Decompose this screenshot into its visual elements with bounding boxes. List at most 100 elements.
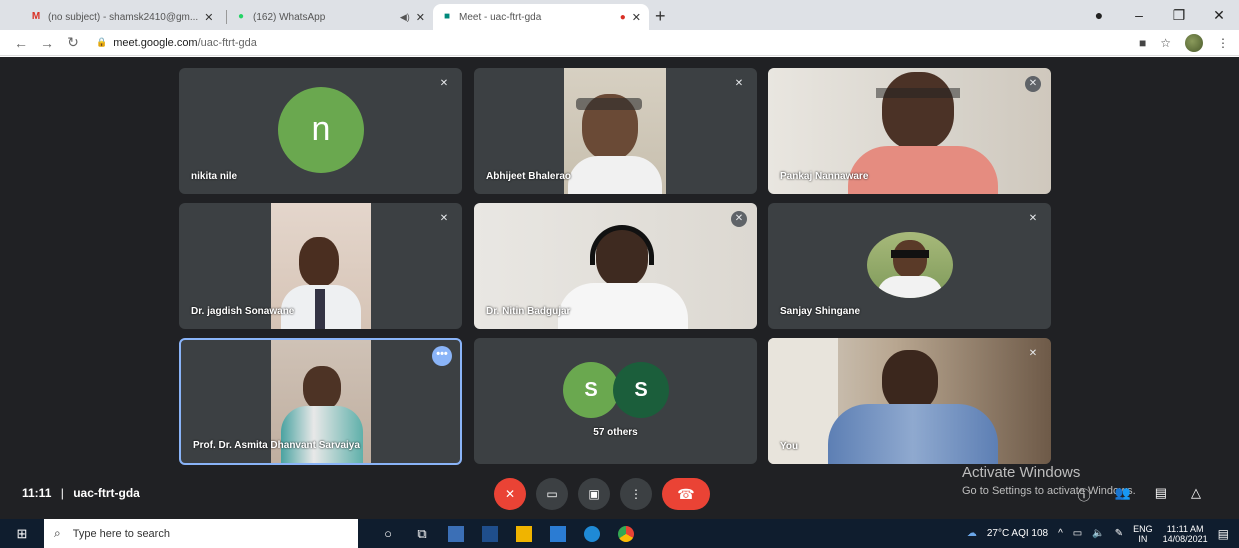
edge-icon[interactable] bbox=[584, 525, 600, 542]
clock-time: 11:11 AM bbox=[1166, 523, 1204, 534]
video-feed bbox=[564, 68, 666, 194]
profile-avatar[interactable] bbox=[1185, 34, 1203, 52]
whatsapp-icon: ● bbox=[237, 11, 245, 22]
weather-text[interactable]: 27°C AQI 108 bbox=[987, 528, 1048, 539]
volume-icon[interactable]: 🔈 bbox=[1092, 528, 1104, 539]
participant-avatar: S bbox=[563, 362, 619, 418]
close-window-button[interactable]: ✕ bbox=[1199, 7, 1239, 24]
participant-name: nikita nile bbox=[191, 171, 238, 182]
meet-stage: n ✕ nikita nile ✕ Abhijeet Bhalerao ✕ Pa… bbox=[0, 57, 1239, 519]
restore-button[interactable]: ❐ bbox=[1159, 7, 1199, 24]
tab-title: (162) WhatsApp bbox=[253, 11, 326, 23]
tab-gmail[interactable]: M (no subject) - shamsk2410@gm... ✕ bbox=[22, 4, 227, 30]
side-panel-controls: ⓘ 👥 ▤ △ bbox=[1078, 485, 1202, 504]
chrome-icon[interactable] bbox=[618, 525, 634, 542]
participant-tile[interactable]: ✕ Pankaj Nannaware bbox=[768, 68, 1051, 194]
camera-toggle-button[interactable]: ▭ bbox=[536, 478, 568, 510]
meeting-separator: | bbox=[60, 486, 64, 500]
menu-icon[interactable]: ⋮ bbox=[1217, 36, 1229, 50]
minimize-button[interactable]: – bbox=[1119, 7, 1159, 23]
mic-toggle-button[interactable]: ✕ bbox=[494, 478, 526, 510]
more-options-button[interactable]: ⋮ bbox=[620, 478, 652, 510]
language-indicator[interactable]: ENG IN bbox=[1133, 524, 1153, 544]
search-placeholder: Type here to search bbox=[72, 527, 170, 540]
weather-icon: ☁ bbox=[966, 528, 977, 539]
others-tile[interactable]: S S 57 others bbox=[474, 338, 757, 464]
meeting-time: 11:11 bbox=[22, 486, 52, 500]
forward-button[interactable]: → bbox=[36, 35, 58, 51]
participant-name: You bbox=[780, 441, 799, 452]
participant-tile[interactable]: ✕ Sanjay Shingane bbox=[768, 203, 1051, 329]
others-count: 57 others bbox=[593, 427, 638, 438]
notifications-icon[interactable]: ▤ bbox=[1218, 527, 1229, 541]
tab-title: (no subject) - shamsk2410@gm... bbox=[48, 11, 199, 23]
lang-primary: ENG bbox=[1133, 523, 1153, 534]
search-icon: ⌕ bbox=[54, 526, 61, 540]
system-tray: ☁ 27°C AQI 108 ^ ▭ 🔈 ✎ ENG IN 11:11 AM 1… bbox=[967, 519, 1229, 548]
network-icon[interactable]: ▭ bbox=[1073, 528, 1082, 539]
participant-tile[interactable]: ✕ Abhijeet Bhalerao bbox=[474, 68, 757, 194]
speaker-icon: ◀) bbox=[399, 11, 410, 22]
cortana-icon[interactable]: ○ bbox=[380, 526, 396, 542]
mic-off-icon: ✕ bbox=[731, 211, 747, 227]
participant-avatar: S bbox=[613, 362, 669, 418]
tab-meet[interactable]: ■ Meet - uac-ftrt-gda ● ✕ bbox=[433, 4, 649, 30]
video-feed bbox=[768, 338, 1051, 464]
new-tab-button[interactable]: + bbox=[655, 4, 666, 30]
url-path: /uac-ftrt-gda bbox=[197, 36, 257, 49]
windows-start-icon[interactable]: ⊞ bbox=[0, 526, 44, 542]
task-view-icon[interactable]: ⧉ bbox=[414, 526, 430, 542]
tab-title: Meet - uac-ftrt-gda bbox=[459, 11, 542, 23]
participant-name: Abhijeet Bhalerao bbox=[486, 171, 572, 182]
info-icon[interactable]: ⓘ bbox=[1078, 485, 1091, 504]
browser-tabstrip: M (no subject) - shamsk2410@gm... ✕ ● (1… bbox=[0, 0, 1239, 30]
mic-off-icon: ✕ bbox=[439, 78, 449, 89]
clock[interactable]: 11:11 AM 14/08/2021 bbox=[1163, 524, 1208, 544]
meet-icon: ■ bbox=[443, 11, 451, 22]
windows-taskbar: ⊞ ⌕ Type here to search ○ ⧉ ☁ 27°C AQI 1… bbox=[0, 519, 1239, 548]
window-controls: ● – ❐ ✕ bbox=[1079, 0, 1239, 30]
store-icon[interactable] bbox=[516, 525, 532, 542]
participant-name: Prof. Dr. Asmita Dhanvant Sarvaiya bbox=[193, 440, 360, 451]
back-button[interactable]: ← bbox=[10, 35, 32, 51]
mic-off-icon: ✕ bbox=[1028, 213, 1038, 224]
self-tile: ✕ You bbox=[768, 338, 1051, 464]
close-icon[interactable]: ✕ bbox=[416, 11, 425, 24]
participant-tile[interactable]: ✕ Dr. Nitin Badgujar bbox=[474, 203, 757, 329]
participant-tile[interactable]: ✕ Dr. jagdish Sonawane bbox=[179, 203, 462, 329]
close-icon[interactable]: ✕ bbox=[204, 11, 213, 24]
bookmark-star-icon[interactable]: ☆ bbox=[1160, 36, 1171, 50]
mail-icon[interactable] bbox=[550, 525, 566, 542]
participant-name: Dr. Nitin Badgujar bbox=[486, 306, 571, 317]
lock-icon: 🔒 bbox=[96, 37, 108, 47]
chevron-up-icon[interactable]: ^ bbox=[1058, 528, 1063, 539]
mic-off-icon: ✕ bbox=[734, 78, 744, 89]
more-options-button[interactable]: ••• bbox=[432, 346, 452, 366]
activities-icon[interactable]: △ bbox=[1191, 485, 1201, 504]
file-explorer-icon[interactable] bbox=[482, 525, 498, 542]
participant-tile-selected[interactable]: ••• Prof. Dr. Asmita Dhanvant Sarvaiya bbox=[179, 338, 462, 465]
app-icon[interactable] bbox=[448, 525, 464, 542]
present-button[interactable]: ▣ bbox=[578, 478, 610, 510]
participant-name: Pankaj Nannaware bbox=[780, 171, 869, 182]
clock-date: 14/08/2021 bbox=[1162, 533, 1208, 544]
mic-off-icon: ✕ bbox=[1025, 76, 1041, 92]
participant-tile[interactable]: n ✕ nikita nile bbox=[179, 68, 462, 194]
mic-off-icon: ✕ bbox=[1028, 348, 1038, 359]
meeting-details[interactable]: 11:11 | uac-ftrt-gda bbox=[22, 486, 140, 500]
leave-call-button[interactable]: ☎ bbox=[662, 478, 710, 510]
url-field[interactable]: 🔒 meet.google.com/uac-ftrt-gda bbox=[96, 37, 257, 49]
reload-button[interactable]: ↻ bbox=[62, 34, 84, 51]
people-icon[interactable]: 👥 bbox=[1115, 485, 1131, 504]
chat-icon[interactable]: ▤ bbox=[1155, 485, 1167, 504]
tab-whatsapp[interactable]: ● (162) WhatsApp ◀) ✕ bbox=[227, 4, 433, 30]
profile-icon[interactable]: ● bbox=[1079, 7, 1119, 23]
taskbar-search-box[interactable]: ⌕ Type here to search bbox=[44, 519, 358, 548]
watermark-title: Activate Windows bbox=[962, 464, 1081, 481]
lang-region: IN bbox=[1138, 533, 1148, 544]
pen-icon[interactable]: ✎ bbox=[1115, 528, 1123, 539]
call-controls: ✕ ▭ ▣ ⋮ ☎ bbox=[494, 478, 710, 510]
participant-avatar bbox=[867, 232, 953, 298]
camera-indicator-icon[interactable]: ■ bbox=[1139, 36, 1146, 50]
close-icon[interactable]: ✕ bbox=[632, 11, 641, 24]
